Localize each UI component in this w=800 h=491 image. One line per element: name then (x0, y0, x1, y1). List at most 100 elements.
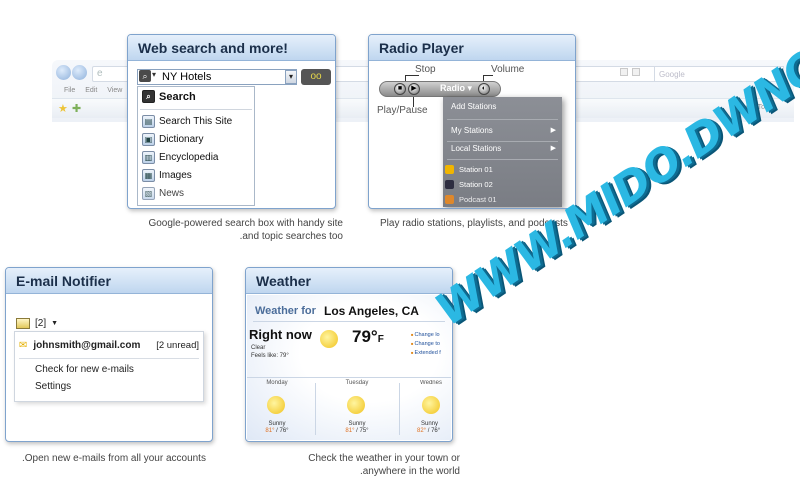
forecast-temps: 81° / 76° (265, 428, 289, 434)
forecast-low: 75° (359, 428, 369, 434)
search-icon: ⌕ (142, 90, 155, 103)
radio-name: Radio (440, 83, 466, 93)
panel-title: Web search and more! (128, 35, 335, 61)
condition-text: Clear (251, 345, 266, 351)
menu-item-add-stations[interactable]: Add Stations (451, 99, 558, 115)
volume-icon[interactable]: ◐ (478, 83, 490, 95)
station-item[interactable]: Station 01 (445, 163, 493, 176)
podcast-item[interactable]: Podcast 01 (445, 193, 497, 206)
mail-count: [2] (35, 317, 47, 329)
forecast-low: 76° (279, 428, 289, 434)
forecast-day-name: Wednes (420, 380, 442, 386)
weather-caption: Check the weather in your town or .anywh… (270, 452, 460, 478)
mail-menu: ✉ johnsmith@gmail.com [2 unread] Check f… (14, 331, 204, 402)
refresh-icon[interactable] (620, 68, 628, 76)
menu-item-encyclopedia[interactable]: ▥ Encyclopedia (142, 149, 218, 166)
menu-item-search[interactable]: ⌕ Search (142, 88, 196, 105)
menu-item-news[interactable]: ▧ News (142, 185, 184, 202)
settings-item[interactable]: Settings (35, 381, 71, 392)
divider (19, 358, 199, 359)
search-engine-icon[interactable]: ⌕ (139, 70, 151, 82)
right-now-label: Right now (249, 327, 312, 342)
station-label: Podcast 01 (459, 195, 497, 204)
add-favorite-icon[interactable]: ✚ (72, 102, 81, 115)
sun-icon (342, 391, 370, 419)
menu-item-search-site[interactable]: ▤ Search This Site (142, 113, 232, 130)
menu-item-label: My Stations (451, 126, 493, 135)
menu-item-images[interactable]: ▦ Images (142, 167, 192, 184)
dropdown-button[interactable]: ▾ (285, 70, 297, 84)
menu-view[interactable]: View (107, 87, 122, 94)
divider (247, 377, 451, 378)
sun-icon (315, 325, 343, 353)
weather-body: Weather for Los Angeles, CA Right now Cl… (247, 295, 451, 440)
menu-item-label: Search This Site (159, 116, 233, 127)
email-notifier-panel: E-mail Notifier [2] ▼ ✉ johnsmith@gmail.… (5, 267, 213, 442)
extended-forecast-link[interactable]: Extended f (411, 350, 441, 356)
menu-item-label: Encyclopedia (159, 152, 219, 163)
radio-menu-button[interactable]: Radio ▾ (440, 83, 472, 94)
forecast-temps: 82° / 76° (417, 428, 441, 434)
back-icon[interactable] (56, 65, 71, 80)
chevron-right-icon: ▶ (550, 127, 556, 134)
search-input[interactable]: NY Hotels (137, 69, 297, 85)
site-search-icon: ▤ (142, 115, 155, 128)
menu-item-label: Images (159, 170, 192, 181)
forecast-day-name: Monday (266, 380, 288, 386)
weather-panel: Weather Weather for Los Angeles, CA Righ… (245, 267, 453, 442)
chevron-down-icon[interactable]: ▾ (152, 70, 156, 79)
temp-value: 79° (352, 327, 378, 346)
unread-count: [2 unread] (156, 339, 199, 351)
menu-item-label: Dictionary (159, 134, 204, 145)
divider (253, 321, 445, 322)
current-temp: 79°F (352, 327, 384, 347)
toolbar-logo-button[interactable]: oo (301, 69, 331, 85)
search-box: NY Hotels ⌕ ▾ ▾ oo (137, 69, 331, 86)
mail-star-icon: ✉ (19, 339, 28, 351)
dictionary-icon: ▣ (142, 133, 155, 146)
forecast-temps: 81° / 75° (345, 428, 369, 434)
mail-toolbar-button[interactable]: [2] ▼ (16, 316, 58, 330)
temp-unit: F (377, 334, 384, 345)
menu-item-my-stations[interactable]: My Stations ▶ (451, 123, 558, 139)
sun-icon (262, 391, 290, 419)
play-pause-icon[interactable]: ▶ (408, 83, 420, 95)
forecast-high: 82° (417, 428, 427, 434)
radio-menu: Add Stations My Stations ▶ Local Station… (443, 97, 562, 207)
check-new-mail-item[interactable]: Check for new e-mails (35, 364, 134, 375)
station-item[interactable]: Station 02 (445, 178, 493, 191)
forecast-condition: Sunny (348, 421, 366, 427)
forecast-day: Tuesday Sunny 81° / 75° (327, 380, 387, 441)
caption-line: Check the weather in your town or (308, 453, 460, 464)
forecast-high: 81° (345, 428, 355, 434)
forecast-condition: Sunny (268, 421, 286, 427)
sun-icon (417, 391, 445, 419)
chevron-down-icon: ▼ (51, 319, 59, 327)
encyclopedia-icon: ▥ (142, 151, 155, 164)
menu-item-dictionary[interactable]: ▣ Dictionary (142, 131, 203, 148)
stop-icon[interactable] (632, 68, 640, 76)
station-label: Station 01 (459, 165, 493, 174)
panel-title: E-mail Notifier (6, 268, 212, 294)
forecast-day-name: Tuesday (345, 380, 369, 386)
change-location-link[interactable]: Change lo (411, 332, 440, 338)
account-address: johnsmith@gmail.com (33, 339, 141, 351)
menu-edit[interactable]: Edit (85, 87, 97, 94)
menu-file[interactable]: File (64, 87, 75, 94)
panel-title: Weather (246, 268, 452, 294)
radio-player-panel: Radio Player Stop Volume ■ ▶ Radio ▾ ◐ P… (368, 34, 576, 209)
change-units-link[interactable]: Change to (411, 341, 440, 347)
caption-line: Google-powered search box with handy sit… (148, 218, 343, 229)
weather-city[interactable]: Los Angeles, CA (324, 304, 419, 318)
radio-toolbar: ■ ▶ Radio ▾ ◐ (379, 81, 501, 97)
images-icon: ▦ (142, 169, 155, 182)
address-text: e (97, 68, 103, 79)
pointer-line (483, 75, 493, 76)
web-search-panel: Web search and more! NY Hotels ⌕ ▾ ▾ oo … (127, 34, 336, 209)
podcast-icon (445, 195, 454, 204)
menu-item-local-stations[interactable]: Local Stations ▶ (451, 141, 558, 157)
account-row[interactable]: ✉ johnsmith@gmail.com [2 unread] (19, 336, 199, 354)
stop-icon[interactable]: ■ (394, 83, 406, 95)
favorites-star-icon[interactable]: ★ (58, 102, 68, 115)
forward-icon[interactable] (72, 65, 87, 80)
